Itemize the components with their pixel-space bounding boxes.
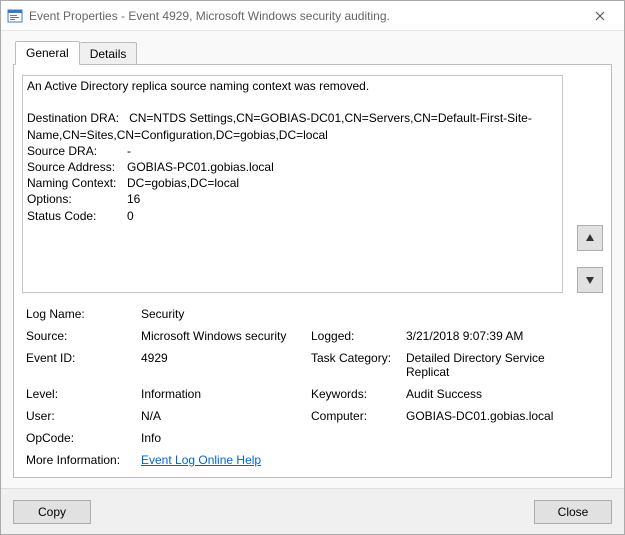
client-area: General Details An Active Directory repl… [1, 31, 624, 488]
logged-label: Logged: [311, 329, 406, 343]
source-value: Microsoft Windows security [141, 329, 311, 343]
logged-value: 3/21/2018 9:07:39 AM [406, 329, 586, 343]
opcode-value: Info [141, 431, 586, 445]
tabstrip: General Details [13, 41, 612, 65]
keywords-value: Audit Success [406, 387, 586, 401]
event-message[interactable]: An Active Directory replica source namin… [22, 75, 563, 293]
user-value: N/A [141, 409, 311, 423]
event-properties-window: Event Properties - Event 4929, Microsoft… [0, 0, 625, 535]
naming-ctx-label: Naming Context: [27, 175, 127, 191]
computer-label: Computer: [311, 409, 406, 423]
status-value: 0 [127, 208, 558, 224]
close-window-button[interactable] [580, 2, 620, 30]
prev-event-button[interactable] [577, 225, 603, 251]
online-help-link[interactable]: Event Log Online Help [141, 453, 261, 467]
task-category-value: Detailed Directory Service Replicat [406, 351, 586, 379]
tab-details[interactable]: Details [80, 42, 138, 65]
tab-general[interactable]: General [15, 41, 80, 65]
next-event-button[interactable] [577, 267, 603, 293]
app-icon [7, 8, 23, 24]
task-category-label: Task Category: [311, 351, 406, 379]
event-id-value: 4929 [141, 351, 311, 379]
event-id-label: Event ID: [26, 351, 141, 379]
more-info-label: More Information: [26, 453, 141, 467]
naming-ctx-value: DC=gobias,DC=local [127, 175, 558, 191]
opcode-label: OpCode: [26, 431, 141, 445]
source-dra-label: Source DRA: [27, 143, 127, 159]
options-label: Options: [27, 191, 127, 207]
log-name-label: Log Name: [26, 307, 141, 321]
dest-dra-label: Destination DRA: [27, 111, 119, 125]
source-addr-value: GOBIAS-PC01.gobias.local [127, 159, 558, 175]
close-icon [595, 11, 605, 21]
user-label: User: [26, 409, 141, 423]
source-dra-value: - [127, 143, 558, 159]
level-label: Level: [26, 387, 141, 401]
computer-value: GOBIAS-DC01.gobias.local [406, 409, 586, 423]
copy-button[interactable]: Copy [13, 500, 91, 524]
keywords-label: Keywords: [311, 387, 406, 401]
source-addr-label: Source Address: [27, 159, 127, 175]
button-bar: Copy Close [1, 488, 624, 534]
log-name-value: Security [141, 307, 586, 321]
level-value: Information [141, 387, 311, 401]
close-button[interactable]: Close [534, 500, 612, 524]
record-nav [569, 75, 603, 293]
arrow-down-icon [585, 275, 595, 285]
tabsheet-general: An Active Directory replica source namin… [13, 64, 612, 478]
options-value: 16 [127, 191, 558, 207]
window-title: Event Properties - Event 4929, Microsoft… [29, 9, 580, 23]
status-label: Status Code: [27, 208, 127, 224]
event-fields: Log Name: Security Source: Microsoft Win… [22, 307, 603, 467]
arrow-up-icon [585, 233, 595, 243]
message-summary: An Active Directory replica source namin… [27, 79, 369, 93]
source-label: Source: [26, 329, 141, 343]
titlebar: Event Properties - Event 4929, Microsoft… [1, 1, 624, 31]
